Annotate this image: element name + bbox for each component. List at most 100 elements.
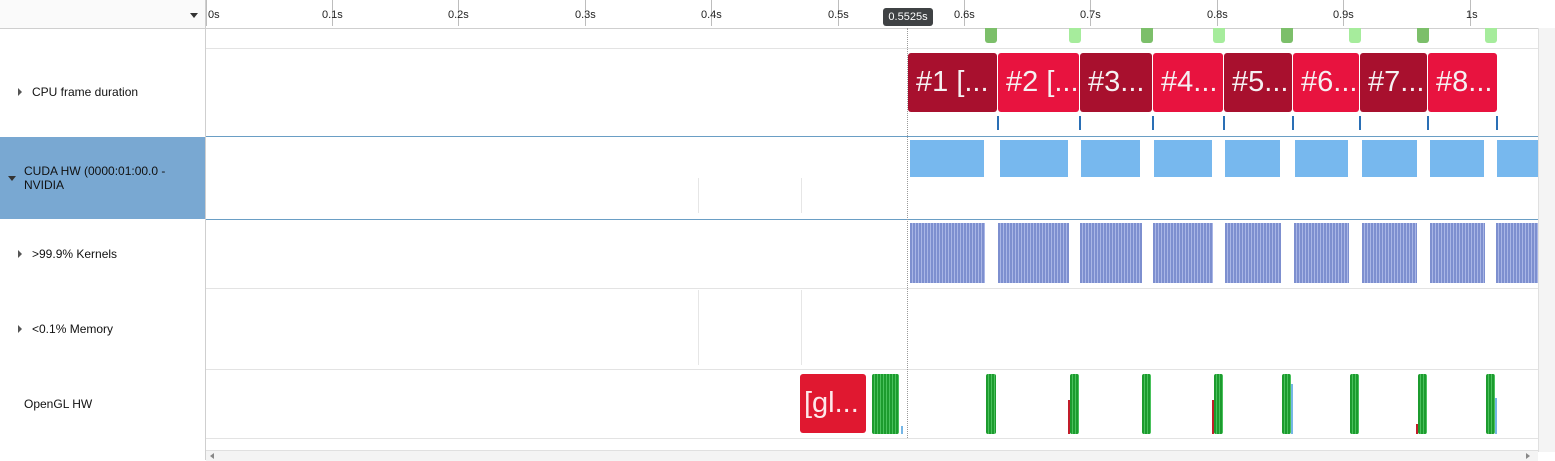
opengl-activity[interactable]	[986, 374, 996, 434]
row-label: OpenGL HW	[24, 396, 93, 411]
scroll-right-icon[interactable]	[1526, 453, 1530, 459]
ruler-tick-label: 0.5s	[828, 9, 849, 21]
frame-block-5[interactable]: #5...	[1224, 53, 1292, 112]
cuda-activity[interactable]	[1000, 140, 1068, 177]
expand-arrow-icon[interactable]	[18, 88, 22, 96]
scroll-left-icon[interactable]	[210, 453, 214, 459]
row-divider	[206, 438, 1538, 439]
frame-marker[interactable]	[1485, 28, 1497, 43]
frame-block-2[interactable]: #2 [...	[998, 53, 1079, 112]
cuda-activity[interactable]	[1497, 140, 1538, 177]
frame-block-8[interactable]: #8...	[1428, 53, 1497, 112]
opengl-activity[interactable]	[1142, 374, 1151, 434]
time-ruler[interactable]: 0s 0.1s 0.2s 0.3s 0.4s 0.5s 0.6s 0.7s 0.…	[206, 0, 1538, 29]
frame-block-4[interactable]: #4...	[1153, 53, 1223, 112]
row-memory[interactable]: <0.1% Memory	[0, 290, 205, 368]
opengl-activity	[901, 426, 903, 434]
row-divider	[206, 369, 1538, 370]
opengl-activity[interactable]	[1418, 374, 1427, 434]
ruler-tick-label: 0.6s	[954, 9, 975, 21]
frame-tick	[1079, 116, 1081, 130]
ruler-tick-label: 0.7s	[1080, 9, 1101, 21]
frame-block-3[interactable]: #3...	[1080, 53, 1152, 112]
cuda-activity[interactable]	[1430, 140, 1484, 177]
frame-tick	[997, 116, 999, 130]
ruler-tick-label: 0.9s	[1333, 9, 1354, 21]
frame-marker[interactable]	[1417, 28, 1429, 43]
opengl-activity[interactable]	[1214, 374, 1223, 434]
cuda-activity[interactable]	[1295, 140, 1348, 177]
cuda-activity[interactable]	[1154, 140, 1212, 177]
frame-block-6[interactable]: #6...	[1293, 53, 1359, 112]
frame-marker[interactable]	[1069, 28, 1081, 43]
frame-tick	[1359, 116, 1361, 130]
opengl-activity[interactable]	[872, 374, 899, 434]
row-divider	[206, 136, 1538, 137]
row-label: CPU frame duration	[32, 85, 139, 99]
event-line	[698, 290, 699, 365]
frame-tick	[1496, 116, 1498, 130]
cuda-activity[interactable]	[910, 140, 984, 177]
kernel-activity[interactable]	[1225, 223, 1281, 283]
collapse-arrow-icon[interactable]	[8, 175, 16, 181]
kernel-activity[interactable]	[998, 223, 1069, 283]
row-label: <0.1% Memory	[32, 322, 114, 336]
frame-tick	[1223, 116, 1225, 130]
event-line	[801, 290, 802, 365]
ruler-tick-label: 0.2s	[448, 9, 469, 21]
timeline-rows-panel: CPU frame duration CUDA HW (0000:01:00.0…	[0, 0, 206, 460]
ruler-tick-label: 0.4s	[701, 9, 722, 21]
kernel-activity[interactable]	[1153, 223, 1213, 283]
frame-tick	[1292, 116, 1294, 130]
chevron-down-icon[interactable]	[190, 13, 198, 18]
row-divider	[206, 48, 1538, 49]
opengl-activity	[1291, 384, 1293, 434]
event-line	[698, 178, 699, 213]
opengl-activity[interactable]	[1486, 374, 1495, 434]
opengl-activity[interactable]	[1282, 374, 1291, 434]
expand-arrow-icon[interactable]	[18, 249, 22, 258]
frame-marker[interactable]	[985, 28, 997, 43]
frame-marker[interactable]	[1213, 28, 1225, 43]
row-label: >99.9% Kernels	[32, 246, 118, 261]
kernel-activity[interactable]	[1080, 223, 1142, 283]
frame-block-7[interactable]: #7...	[1360, 53, 1427, 112]
cuda-activity[interactable]	[1081, 140, 1140, 177]
ruler-tick-label: 1s	[1466, 9, 1478, 21]
row-cpu-frame-duration[interactable]: CPU frame duration	[0, 52, 205, 132]
opengl-activity[interactable]	[1070, 374, 1079, 434]
row-cuda-hw[interactable]: CUDA HW (0000:01:00.0 - NVIDIA	[0, 137, 205, 219]
cuda-activity[interactable]	[1362, 140, 1417, 177]
frame-tick	[1152, 116, 1154, 130]
event-line	[801, 178, 802, 213]
frame-block-1[interactable]: #1 [...	[908, 53, 997, 112]
time-cursor-line[interactable]	[907, 28, 908, 438]
rows-header	[0, 0, 205, 29]
row-opengl-hw[interactable]: OpenGL HW	[0, 370, 205, 437]
frame-marker[interactable]	[1281, 28, 1293, 43]
kernel-activity[interactable]	[1496, 223, 1538, 283]
kernel-activity[interactable]	[910, 223, 985, 283]
opengl-activity	[1068, 400, 1070, 434]
ruler-tick-label: 0.8s	[1207, 9, 1228, 21]
frame-marker[interactable]	[1141, 28, 1153, 43]
kernel-activity[interactable]	[1430, 223, 1485, 283]
row-label: CUDA HW (0000:01:00.0 - NVIDIA	[24, 164, 166, 192]
opengl-activity[interactable]	[1350, 374, 1359, 434]
cursor-time-badge[interactable]: 0.5525s	[883, 8, 933, 26]
row-divider	[206, 288, 1538, 289]
kernel-activity[interactable]	[1362, 223, 1417, 283]
frame-tick	[1427, 116, 1429, 130]
kernel-activity[interactable]	[1294, 223, 1349, 283]
ruler-tick-label: 0.1s	[322, 9, 343, 21]
horizontal-scrollbar[interactable]	[206, 450, 1538, 461]
vertical-scrollbar[interactable]	[1538, 28, 1555, 452]
expand-arrow-icon[interactable]	[18, 325, 22, 333]
cuda-activity[interactable]	[1225, 140, 1280, 177]
row-divider	[206, 219, 1538, 220]
row-kernels[interactable]: >99.9% Kernels	[0, 220, 205, 287]
opengl-block[interactable]: [gl...	[800, 374, 866, 433]
opengl-activity	[1416, 424, 1418, 434]
frame-marker[interactable]	[1349, 28, 1361, 43]
opengl-activity	[1212, 400, 1214, 434]
